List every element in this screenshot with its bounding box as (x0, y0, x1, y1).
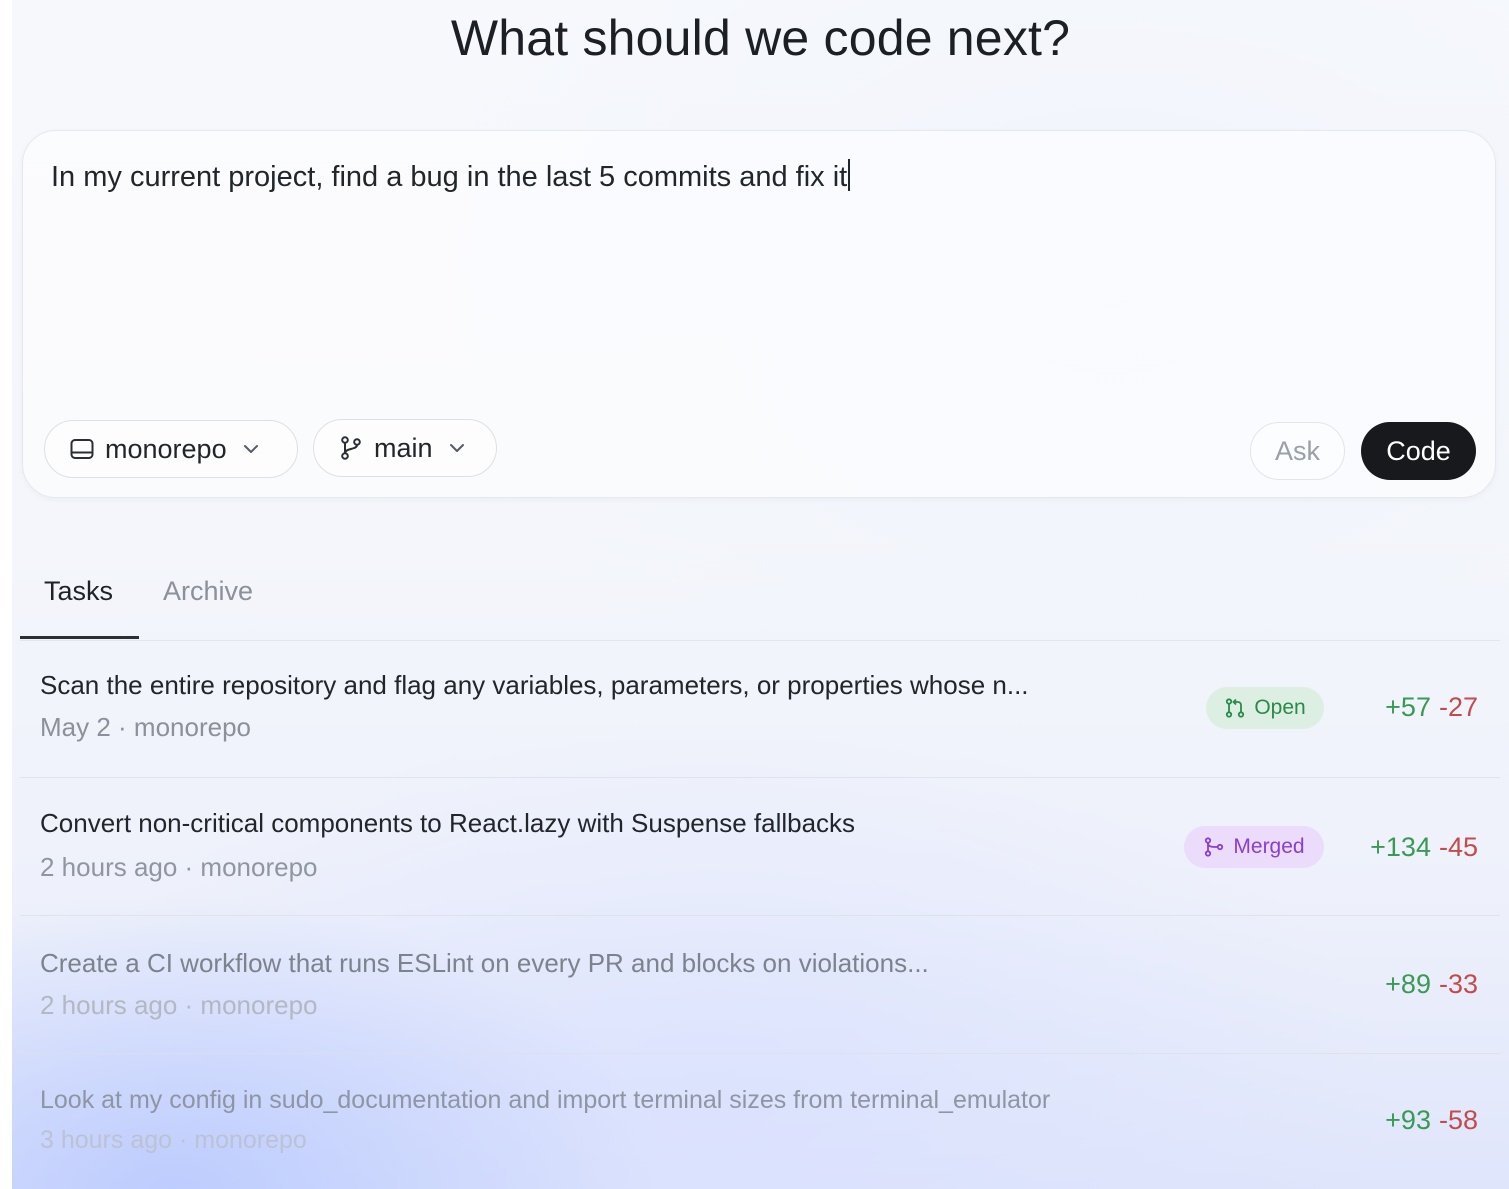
task-meta: 2 hours ago · monorepo (40, 990, 318, 1020)
active-tab-indicator (20, 636, 139, 639)
app-frame: What should we code next? In my current … (12, 0, 1509, 1189)
task-tabs: Tasks Archive (20, 560, 1500, 641)
deletions-count: -58 (1438, 1105, 1478, 1135)
task-title: Scan the entire repository and flag any … (40, 670, 1029, 700)
status-badge-merged: Merged (1184, 826, 1324, 868)
git-branch-icon (338, 435, 364, 461)
status-badge-label: Open (1254, 696, 1306, 719)
merge-icon (1203, 836, 1225, 858)
additions-count: +57 (1385, 692, 1431, 722)
task-row[interactable]: Look at my config in sudo_documentation … (20, 1054, 1500, 1189)
task-meta: 2 hours ago · monorepo (40, 852, 318, 882)
repo-icon (69, 436, 95, 462)
repo-selector[interactable]: monorepo (44, 420, 298, 478)
prompt-composer: In my current project, find a bug in the… (22, 130, 1496, 498)
chevron-down-icon (241, 439, 261, 459)
diff-stats: +134 -45 (1370, 832, 1478, 863)
additions-count: +134 (1370, 832, 1431, 862)
diff-stats: +93 -58 (1385, 1105, 1478, 1136)
deletions-count: -27 (1438, 692, 1478, 722)
deletions-count: -33 (1438, 969, 1478, 999)
pull-request-icon (1224, 697, 1246, 719)
code-button[interactable]: Code (1361, 422, 1476, 480)
diff-stats: +89 -33 (1385, 969, 1478, 1000)
chevron-down-icon (447, 438, 467, 458)
status-badge-label: Merged (1233, 835, 1305, 858)
task-row[interactable]: Convert non-critical components to React… (20, 778, 1500, 916)
task-row[interactable]: Create a CI workflow that runs ESLint on… (20, 916, 1500, 1054)
task-title: Create a CI workflow that runs ESLint on… (40, 948, 929, 978)
branch-selector[interactable]: main (313, 419, 497, 477)
task-title: Convert non-critical components to React… (40, 808, 856, 838)
prompt-input[interactable]: In my current project, find a bug in the… (51, 157, 851, 197)
task-meta: May 2 · monorepo (40, 712, 251, 742)
page-title: What should we code next? (450, 10, 1071, 66)
task-meta: 3 hours ago · monorepo (40, 1126, 307, 1154)
diff-stats: +57 -27 (1385, 692, 1478, 723)
text-caret (848, 159, 851, 191)
additions-count: +93 (1385, 1105, 1431, 1135)
additions-count: +89 (1385, 969, 1431, 999)
task-row[interactable]: Scan the entire repository and flag any … (20, 640, 1500, 778)
branch-selector-label: main (374, 432, 433, 463)
prompt-text: In my current project, find a bug in the… (51, 161, 848, 193)
ask-button[interactable]: Ask (1250, 422, 1345, 480)
deletions-count: -45 (1438, 832, 1478, 862)
status-badge-open: Open (1206, 687, 1324, 729)
task-title: Look at my config in sudo_documentation … (40, 1086, 1051, 1114)
tab-archive[interactable]: Archive (163, 576, 253, 607)
tab-tasks[interactable]: Tasks (44, 576, 113, 607)
repo-selector-label: monorepo (105, 433, 227, 464)
